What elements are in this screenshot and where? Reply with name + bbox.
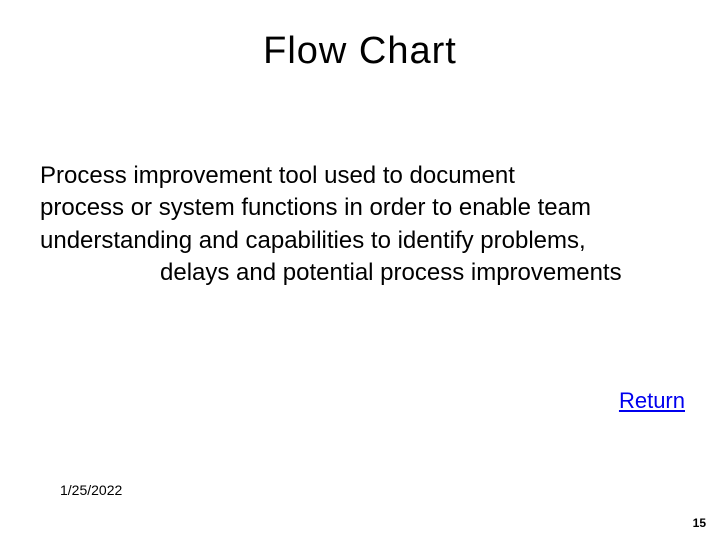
footer-date: 1/25/2022	[60, 482, 122, 498]
body-line-4: delays and potential process improvement…	[40, 257, 690, 289]
body-line-3: understanding and capabilities to identi…	[40, 225, 690, 257]
slide-title: Flow Chart	[0, 0, 720, 73]
body-line-1: Process improvement tool used to documen…	[40, 160, 690, 192]
body-text-block: Process improvement tool used to documen…	[40, 160, 690, 290]
body-line-2: process or system functions in order to …	[40, 192, 690, 224]
page-number: 15	[693, 516, 706, 530]
return-link[interactable]: Return	[619, 388, 685, 414]
